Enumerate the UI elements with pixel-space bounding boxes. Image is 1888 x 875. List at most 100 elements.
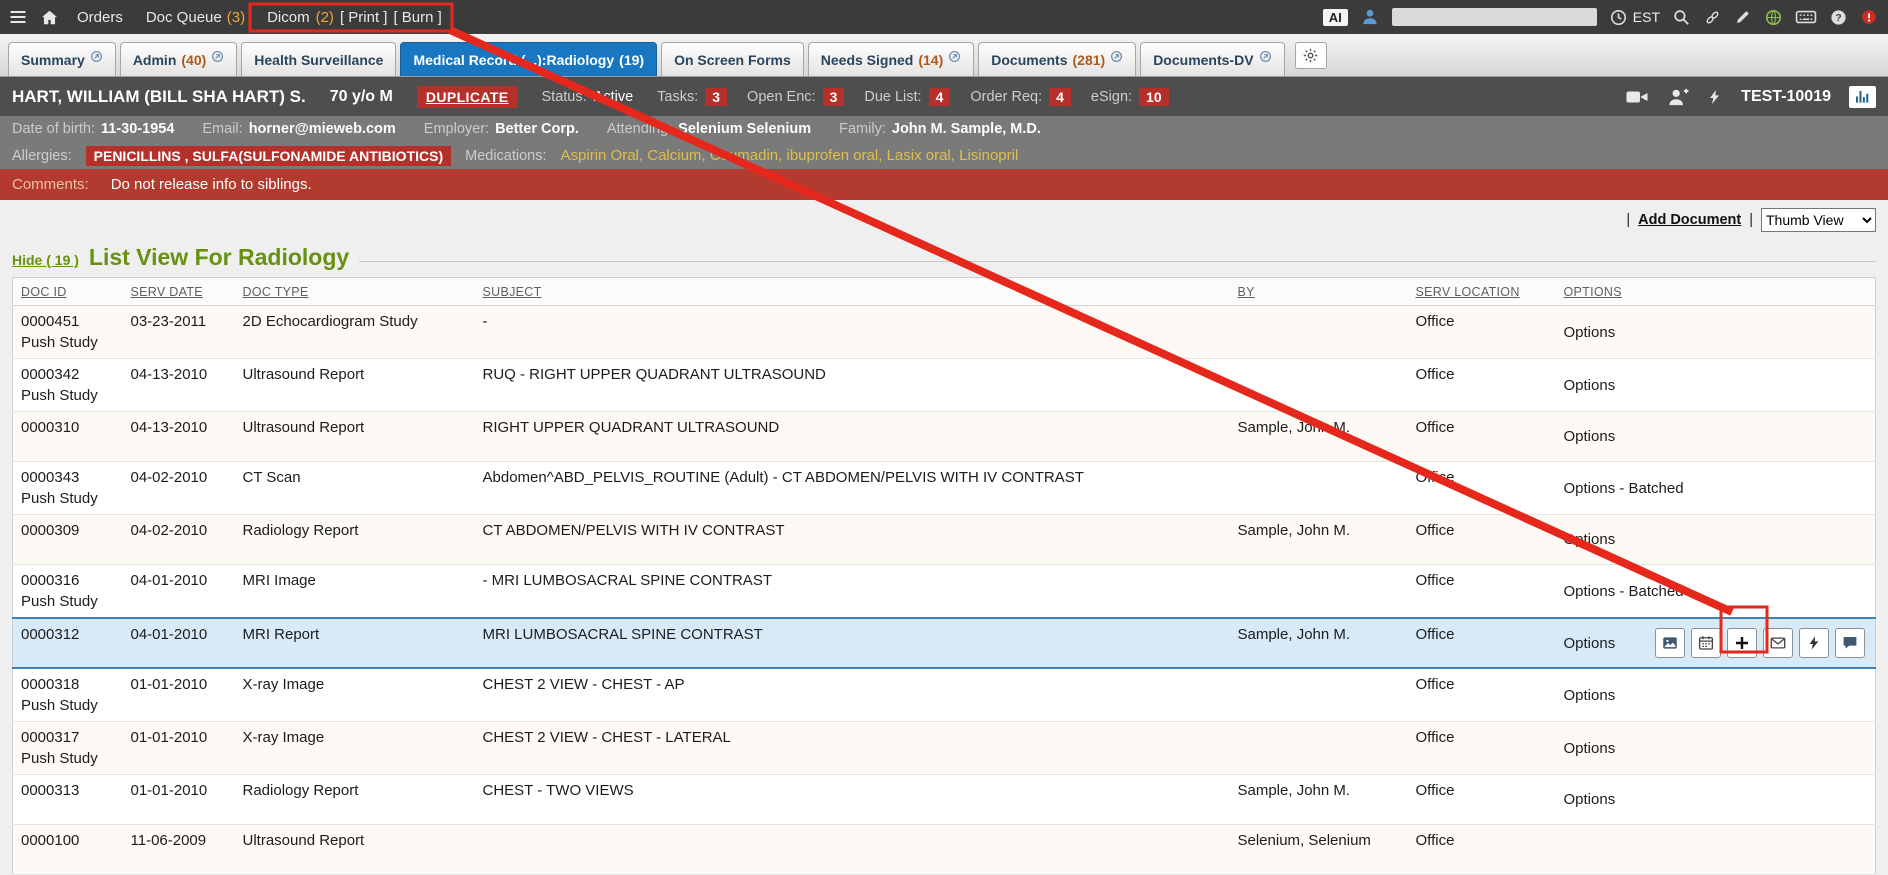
user-icon[interactable] — [1360, 7, 1380, 27]
medication-link[interactable]: Lisinopril — [959, 147, 1018, 164]
table-row[interactable]: 0000317 Push Study 01-01-2010 X-ray Imag… — [13, 722, 1876, 775]
add-document-link[interactable]: Add Document — [1638, 212, 1741, 228]
column-header[interactable]: DOC ID — [13, 278, 123, 306]
counter-badge[interactable]: 4 — [929, 88, 951, 106]
view-image-button[interactable] — [1655, 628, 1685, 658]
table-row[interactable]: 0000312 04-01-2010 MRI Report MRI LUMBOS… — [13, 618, 1876, 668]
doc-id-link[interactable]: 0000100 — [21, 832, 115, 849]
doc-id-link[interactable]: 0000343 — [21, 469, 115, 486]
lightning-icon[interactable] — [1707, 87, 1723, 107]
medication-link[interactable]: Aspirin Oral — [561, 147, 648, 164]
options-link[interactable]: Options — [1564, 687, 1616, 704]
counter-label: Due List: — [864, 89, 921, 105]
comment-button[interactable] — [1835, 628, 1865, 658]
tab[interactable]: Summary — [8, 42, 116, 76]
table-row[interactable]: 0000318 Push Study 01-01-2010 X-ray Imag… — [13, 668, 1876, 722]
counter-badge[interactable]: 3 — [705, 88, 727, 106]
calendar-button[interactable] — [1691, 628, 1721, 658]
table-row[interactable]: 0000316 Push Study 04-01-2010 MRI Image … — [13, 565, 1876, 619]
table-row[interactable]: 0000343 Push Study 04-02-2010 CT Scan Ab… — [13, 462, 1876, 515]
tab-settings-gear-icon[interactable] — [1295, 42, 1327, 69]
quick-action-button[interactable] — [1799, 628, 1829, 658]
doc-id-link[interactable]: 0000342 — [21, 366, 115, 383]
tab[interactable]: On Screen Forms — [661, 42, 804, 76]
table-row[interactable]: 0000310 04-13-2010 Ultrasound Report RIG… — [13, 412, 1876, 462]
tab[interactable]: Documents (281) — [978, 42, 1136, 76]
popout-icon[interactable] — [1110, 50, 1123, 63]
doc-id-link[interactable]: 0000312 — [21, 626, 115, 643]
serv-location-cell: Office — [1408, 359, 1556, 412]
duplicate-badge[interactable]: DUPLICATE — [417, 86, 518, 108]
tab[interactable]: Medical Record (...):Radiology (19) — [400, 42, 657, 76]
menubar-item[interactable]: Orders — [77, 9, 128, 26]
chart-stats-icon[interactable] — [1849, 86, 1876, 108]
options-link[interactable]: Options — [1564, 635, 1616, 652]
tab[interactable]: Documents-DV — [1140, 42, 1284, 76]
tab[interactable]: Health Surveillance — [241, 42, 396, 76]
medication-link[interactable]: Lasix oral — [887, 147, 960, 164]
table-row[interactable]: 0000309 04-02-2010 Radiology Report CT A… — [13, 515, 1876, 565]
medication-link[interactable]: Coumadin — [710, 147, 787, 164]
column-header[interactable]: BY — [1230, 278, 1408, 306]
popout-icon[interactable] — [211, 50, 224, 63]
column-header[interactable]: SERV DATE — [123, 278, 235, 306]
alert-icon[interactable] — [1860, 8, 1878, 26]
hamburger-menu-icon[interactable] — [8, 7, 28, 27]
doc-id-link[interactable]: 0000310 — [21, 419, 115, 436]
link-icon[interactable] — [1703, 8, 1722, 27]
comments-label: Comments: — [12, 176, 89, 193]
column-header[interactable]: DOC TYPE — [235, 278, 475, 306]
allergy-badge[interactable]: PENICILLINS , SULFA(SULFONAMIDE ANTIBIOT… — [86, 146, 451, 166]
counter-badge[interactable]: 3 — [823, 88, 845, 106]
add-person-icon[interactable] — [1667, 87, 1689, 107]
help-icon[interactable]: ? — [1829, 8, 1848, 27]
options-link[interactable]: Options — [1564, 324, 1616, 341]
popout-icon[interactable] — [1259, 50, 1272, 63]
table-row[interactable]: 0000342 Push Study 04-13-2010 Ultrasound… — [13, 359, 1876, 412]
field-label: Email: — [202, 121, 242, 137]
popout-icon[interactable] — [90, 50, 103, 63]
menubar-item-dicom[interactable]: Dicom (2) [ Print ] [ Burn ] — [261, 9, 448, 26]
options-link[interactable]: Options — [1564, 531, 1616, 548]
column-header[interactable]: SERV LOCATION — [1408, 278, 1556, 306]
doc-id-link[interactable]: 0000451 — [21, 313, 115, 330]
edit-icon[interactable] — [1734, 8, 1752, 26]
column-header[interactable]: OPTIONS — [1556, 278, 1876, 306]
counter-badge[interactable]: 10 — [1139, 88, 1169, 106]
hide-link[interactable]: Hide ( 19 ) — [12, 252, 79, 268]
dicom-burn-link[interactable]: [ Burn ] — [393, 9, 441, 26]
table-row[interactable]: 0000451 Push Study 03-23-2011 2D Echocar… — [13, 306, 1876, 359]
column-header[interactable]: SUBJECT — [475, 278, 1230, 306]
search-icon[interactable] — [1672, 8, 1691, 27]
menubar-item[interactable]: Doc Queue (3) — [146, 9, 245, 26]
keyboard-icon[interactable] — [1795, 8, 1817, 26]
popout-icon[interactable] — [948, 50, 961, 63]
options-link[interactable]: Options — [1564, 791, 1616, 808]
email-button[interactable] — [1763, 628, 1793, 658]
doc-id-link[interactable]: 0000318 — [21, 676, 115, 693]
tab[interactable]: Needs Signed (14) — [808, 42, 975, 76]
doc-id-link[interactable]: 0000317 — [21, 729, 115, 746]
counter-badge[interactable]: 4 — [1049, 88, 1071, 106]
dicom-print-link[interactable]: [ Print ] — [340, 9, 388, 26]
clock-icon[interactable] — [1609, 8, 1628, 27]
globe-icon[interactable] — [1764, 8, 1783, 27]
medication-link[interactable]: Calcium — [647, 147, 710, 164]
options-link[interactable]: Options - Batched — [1564, 583, 1684, 600]
options-link[interactable]: Options - Batched — [1564, 480, 1684, 497]
options-link[interactable]: Options — [1564, 428, 1616, 445]
table-row[interactable]: 0000100 11-06-2009 Ultrasound Report Sel… — [13, 825, 1876, 875]
doc-id-link[interactable]: 0000313 — [21, 782, 115, 799]
doc-id-link[interactable]: 0000309 — [21, 522, 115, 539]
table-row[interactable]: 0000313 01-01-2010 Radiology Report CHES… — [13, 775, 1876, 825]
home-icon[interactable] — [40, 8, 59, 27]
ai-badge[interactable]: AI — [1323, 9, 1348, 26]
doc-id-link[interactable]: 0000316 — [21, 572, 115, 589]
options-link[interactable]: Options — [1564, 740, 1616, 757]
options-link[interactable]: Options — [1564, 377, 1616, 394]
tab[interactable]: Admin (40) — [120, 42, 237, 76]
medication-link[interactable]: ibuprofen oral — [786, 147, 886, 164]
view-mode-select[interactable]: Thumb View — [1761, 208, 1876, 232]
add-button[interactable] — [1727, 628, 1757, 658]
video-camera-icon[interactable] — [1625, 87, 1649, 107]
